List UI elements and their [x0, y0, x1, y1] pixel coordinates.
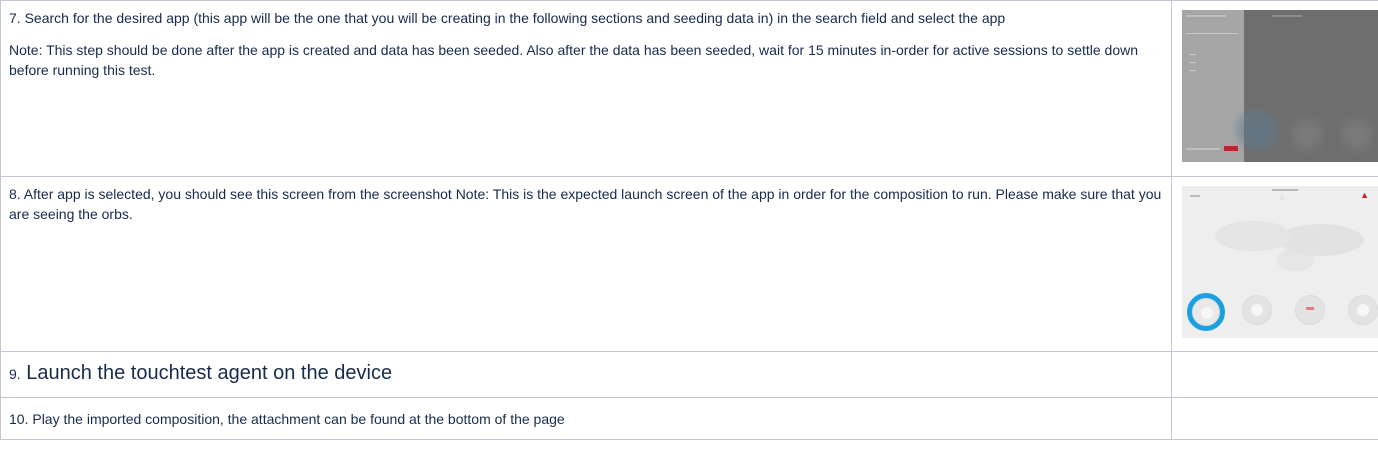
step-8-text-cell: 8. After app is selected, you should see… [0, 176, 1172, 352]
step-row-10: 10. Play the imported composition, the a… [0, 397, 1378, 440]
step-9-text-cell: 9. Launch the touchtest agent on the dev… [0, 351, 1172, 398]
step-7-note: Note: This step should be done after the… [9, 42, 1139, 78]
step-7-text-cell: 7. Search for the desired app (this app … [0, 0, 1172, 177]
orb [1295, 295, 1325, 325]
step-row-7: 7. Search for the desired app (this app … [0, 0, 1378, 177]
step-8-image-cell: ◌ ▲ [1171, 176, 1378, 352]
orb [1242, 295, 1272, 325]
step-10-instruction: 10. Play the imported composition, the a… [9, 411, 565, 427]
select-button [1224, 146, 1238, 151]
world-map [1202, 204, 1372, 284]
step-8-instruction: 8. After app is selected, you should see… [9, 186, 1162, 222]
step-9-text: Launch the touchtest agent on the device [20, 362, 393, 384]
step-row-8: 8. After app is selected, you should see… [0, 176, 1378, 352]
orb-selected [1187, 293, 1225, 331]
search-field [1186, 30, 1238, 34]
step-7-instruction: 7. Search for the desired app (this app … [9, 10, 1006, 26]
warning-icon: ▲ [1360, 190, 1369, 200]
step-9-instruction: 9. Launch the touchtest agent on the dev… [9, 363, 1163, 384]
step-row-9: 9. Launch the touchtest agent on the dev… [0, 351, 1378, 398]
step-8-screenshot-thumbnail[interactable]: ◌ ▲ [1182, 186, 1378, 338]
step-9-image-cell [1171, 351, 1378, 398]
loading-icon: ◌ [1280, 195, 1285, 202]
step-7-image-cell [1171, 0, 1378, 177]
orb [1348, 295, 1378, 325]
step-9-number: 9. [9, 366, 21, 382]
steps-table: 7. Search for the desired app (this app … [0, 0, 1378, 440]
step-10-image-cell [1171, 397, 1378, 440]
step-7-screenshot-thumbnail[interactable] [1182, 10, 1378, 162]
step-10-text-cell: 10. Play the imported composition, the a… [0, 397, 1172, 440]
